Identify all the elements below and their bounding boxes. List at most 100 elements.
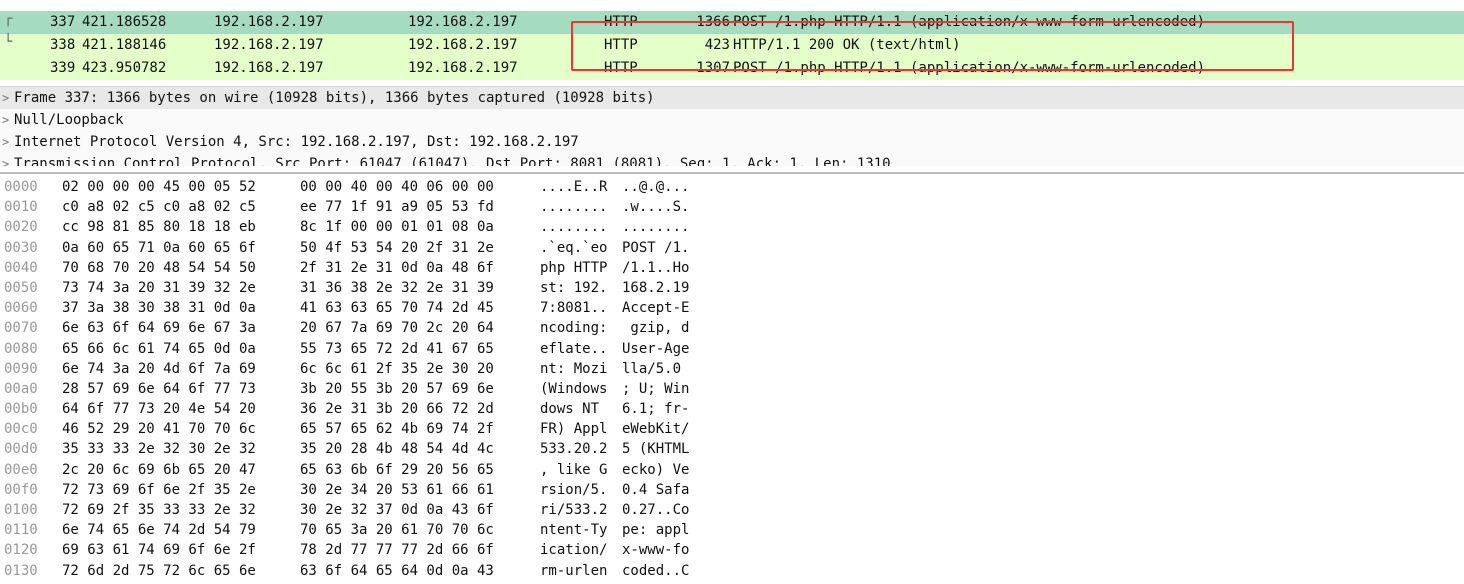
hex-bytes[interactable]: 35 20 28 4b 48 54 4d 4c <box>300 439 494 459</box>
ascii-bytes[interactable]: 168.2.19 <box>622 278 689 298</box>
byte-offset[interactable]: 0010 <box>4 197 38 217</box>
ascii-bytes[interactable]: 533.20.2 <box>540 439 607 459</box>
ascii-bytes[interactable]: 6.1; fr- <box>622 399 689 419</box>
hex-bytes[interactable]: 50 4f 53 54 20 2f 31 2e <box>300 238 494 258</box>
ascii-bytes[interactable]: POST /1. <box>622 238 689 258</box>
ascii-bytes[interactable]: ........ <box>622 217 689 237</box>
hex-bytes[interactable]: 72 73 69 6f 6e 2f 35 2e <box>62 480 256 500</box>
ascii-bytes[interactable]: 5 (KHTML <box>622 439 689 459</box>
byte-offset[interactable]: 0070 <box>4 318 38 338</box>
ascii-bytes[interactable]: ecko) Ve <box>622 460 689 480</box>
hex-bytes[interactable]: 65 66 6c 61 74 65 0d 0a <box>62 339 256 359</box>
hex-bytes[interactable]: 37 3a 38 30 38 31 0d 0a <box>62 298 256 318</box>
ascii-bytes[interactable]: /1.1..Ho <box>622 258 689 278</box>
ascii-bytes[interactable]: (Windows <box>540 379 607 399</box>
detail-row-ipv4[interactable]: > Internet Protocol Version 4, Src: 192.1… <box>0 131 1464 153</box>
ascii-bytes[interactable]: ication/ <box>540 540 607 560</box>
detail-row-null-loopback[interactable]: > Null/Loopback <box>0 109 1464 131</box>
hex-bytes[interactable]: 73 74 3a 20 31 39 32 2e <box>62 278 256 298</box>
expand-arrow-icon[interactable]: > <box>2 87 14 109</box>
ascii-bytes[interactable]: .w....S. <box>622 197 689 217</box>
hex-bytes[interactable]: 63 6f 64 65 64 0d 0a 43 <box>300 561 494 581</box>
hex-bytes[interactable]: 0a 60 65 71 0a 60 65 6f <box>62 238 256 258</box>
ascii-bytes[interactable]: dows NT <box>540 399 607 419</box>
byte-offset[interactable]: 0110 <box>4 520 38 540</box>
hex-bytes[interactable]: 30 2e 34 20 53 61 66 61 <box>300 480 494 500</box>
ascii-bytes[interactable]: eWebKit/ <box>622 419 689 439</box>
byte-offset[interactable]: 00e0 <box>4 460 38 480</box>
hex-bytes[interactable]: 65 57 65 62 4b 69 74 2f <box>300 419 494 439</box>
hex-bytes[interactable]: 46 52 29 20 41 70 70 6c <box>62 419 256 439</box>
byte-offset[interactable]: 00f0 <box>4 480 38 500</box>
ascii-bytes[interactable]: ncoding: <box>540 318 607 338</box>
hex-bytes[interactable]: 31 36 38 2e 32 2e 31 39 <box>300 278 494 298</box>
ascii-bytes[interactable]: FR) Appl <box>540 419 607 439</box>
pane-splitter[interactable] <box>0 172 1464 174</box>
ascii-bytes[interactable]: User-Age <box>622 339 689 359</box>
hex-bytes[interactable]: 72 6d 2d 75 72 6c 65 6e <box>62 561 256 581</box>
byte-offset[interactable]: 00c0 <box>4 419 38 439</box>
ascii-bytes[interactable]: ri/533.2 <box>540 500 607 520</box>
byte-offset[interactable]: 0050 <box>4 278 38 298</box>
ascii-bytes[interactable]: nt: Mozi <box>540 359 607 379</box>
ascii-bytes[interactable]: gzip, d <box>622 318 689 338</box>
hex-bytes[interactable]: 2f 31 2e 31 0d 0a 48 6f <box>300 258 494 278</box>
hex-bytes[interactable]: 00 00 40 00 40 06 00 00 <box>300 177 494 197</box>
hex-bytes[interactable]: 20 67 7a 69 70 2c 20 64 <box>300 318 494 338</box>
ascii-bytes[interactable]: 0.27..Co <box>622 500 689 520</box>
ascii-bytes[interactable]: st: 192. <box>540 278 607 298</box>
hex-bytes[interactable]: 65 63 6b 6f 29 20 56 65 <box>300 460 494 480</box>
hex-bytes[interactable]: 6e 63 6f 64 69 6e 67 3a <box>62 318 256 338</box>
hex-bytes[interactable]: ee 77 1f 91 a9 05 53 fd <box>300 197 494 217</box>
byte-offset[interactable]: 0030 <box>4 238 38 258</box>
ascii-bytes[interactable]: ..@.@... <box>622 177 689 197</box>
hex-bytes[interactable]: 6c 6c 61 2f 35 2e 30 20 <box>300 359 494 379</box>
detail-row-frame[interactable]: > Frame 337: 1366 bytes on wire (10928 bi… <box>0 87 1464 109</box>
ascii-bytes[interactable]: pe: appl <box>622 520 689 540</box>
hex-bytes[interactable]: 78 2d 77 77 77 2d 66 6f <box>300 540 494 560</box>
byte-offset[interactable]: 00a0 <box>4 379 38 399</box>
ascii-bytes[interactable]: ntent-Ty <box>540 520 607 540</box>
hex-bytes[interactable]: c0 a8 02 c5 c0 a8 02 c5 <box>62 197 256 217</box>
hex-bytes[interactable]: 55 73 65 72 2d 41 67 65 <box>300 339 494 359</box>
byte-offset[interactable]: 0080 <box>4 339 38 359</box>
hex-bytes[interactable]: 64 6f 77 73 20 4e 54 20 <box>62 399 256 419</box>
ascii-bytes[interactable]: ....E..R <box>540 177 607 197</box>
hex-bytes[interactable]: 2c 20 6c 69 6b 65 20 47 <box>62 460 256 480</box>
byte-offset[interactable]: 00b0 <box>4 399 38 419</box>
byte-offset[interactable]: 0100 <box>4 500 38 520</box>
ascii-bytes[interactable]: x-www-fo <box>622 540 689 560</box>
expand-arrow-icon[interactable]: > <box>2 109 14 131</box>
hex-bytes[interactable]: 72 69 2f 35 33 33 2e 32 <box>62 500 256 520</box>
hex-bytes[interactable]: 35 33 33 2e 32 30 2e 32 <box>62 439 256 459</box>
expand-arrow-icon[interactable]: > <box>2 131 14 153</box>
hex-bytes[interactable]: 36 2e 31 3b 20 66 72 2d <box>300 399 494 419</box>
byte-offset[interactable]: 0130 <box>4 561 38 581</box>
hex-bytes[interactable]: cc 98 81 85 80 18 18 eb <box>62 217 256 237</box>
hex-bytes[interactable]: 02 00 00 00 45 00 05 52 <box>62 177 256 197</box>
detail-row-tcp[interactable]: > Transmission Control Protocol, Src Port… <box>0 153 1464 166</box>
hex-bytes[interactable]: 70 65 3a 20 61 70 70 6c <box>300 520 494 540</box>
ascii-bytes[interactable]: Accept-E <box>622 298 689 318</box>
ascii-bytes[interactable]: rsion/5. <box>540 480 607 500</box>
hex-bytes[interactable]: 28 57 69 6e 64 6f 77 73 <box>62 379 256 399</box>
ascii-bytes[interactable]: php HTTP <box>540 258 607 278</box>
ascii-bytes[interactable]: , like G <box>540 460 607 480</box>
hex-bytes[interactable]: 70 68 70 20 48 54 54 50 <box>62 258 256 278</box>
byte-offset[interactable]: 00d0 <box>4 439 38 459</box>
hex-bytes[interactable]: 6e 74 65 6e 74 2d 54 79 <box>62 520 256 540</box>
hex-bytes[interactable]: 30 2e 32 37 0d 0a 43 6f <box>300 500 494 520</box>
ascii-bytes[interactable]: .`eq.`eo <box>540 238 607 258</box>
ascii-bytes[interactable]: eflate.. <box>540 339 607 359</box>
ascii-bytes[interactable]: ........ <box>540 217 607 237</box>
hex-bytes[interactable]: 8c 1f 00 00 01 01 08 0a <box>300 217 494 237</box>
ascii-bytes[interactable]: lla/5.0 <box>622 359 689 379</box>
byte-offset[interactable]: 0020 <box>4 217 38 237</box>
byte-offset[interactable]: 0060 <box>4 298 38 318</box>
expand-arrow-icon[interactable]: > <box>2 153 14 166</box>
byte-offset[interactable]: 0000 <box>4 177 38 197</box>
ascii-bytes[interactable]: rm-urlen <box>540 561 607 581</box>
ascii-bytes[interactable]: 0.4 Safa <box>622 480 689 500</box>
hex-bytes[interactable]: 41 63 63 65 70 74 2d 45 <box>300 298 494 318</box>
ascii-bytes[interactable]: 7:8081.. <box>540 298 607 318</box>
